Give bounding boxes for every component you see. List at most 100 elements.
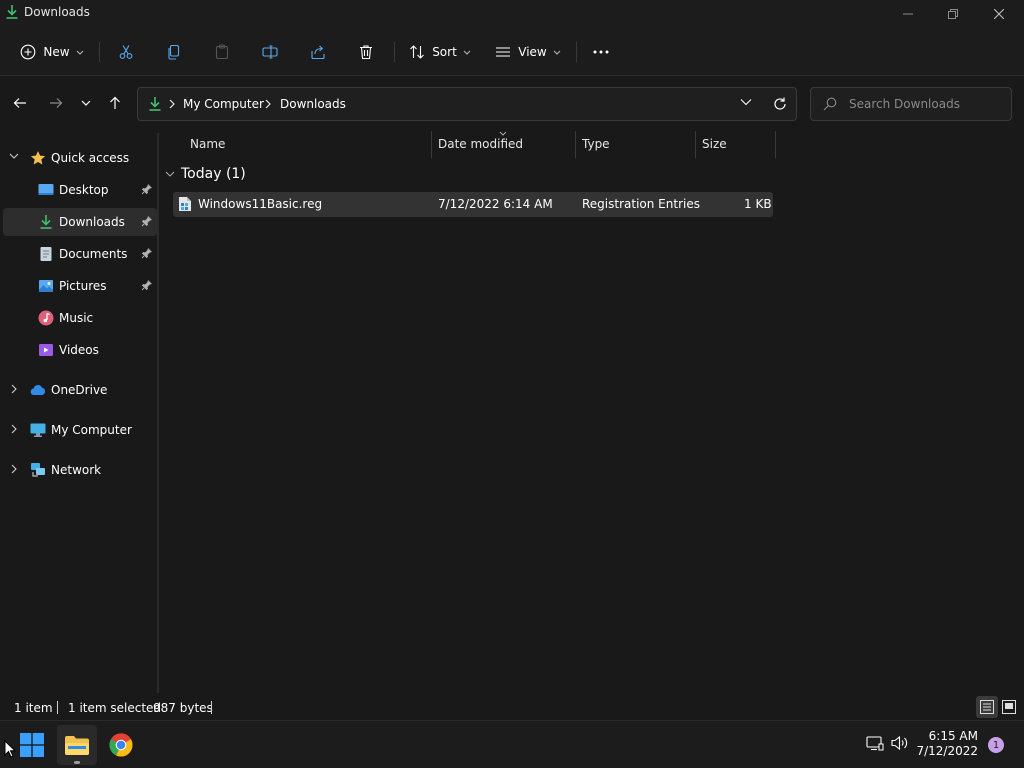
sidebar-item-pictures[interactable]: Pictures bbox=[3, 272, 157, 300]
file-size: 1 KB bbox=[744, 197, 772, 211]
sidebar-item-documents[interactable]: Documents bbox=[3, 240, 157, 268]
column-header-type[interactable]: Type bbox=[582, 137, 610, 151]
pin-icon bbox=[141, 247, 153, 259]
file-type: Registration Entries bbox=[582, 197, 700, 211]
pane-divider[interactable] bbox=[157, 133, 159, 693]
sidebar-item-desktop[interactable]: Desktop bbox=[3, 176, 157, 204]
search-input[interactable] bbox=[849, 94, 1005, 114]
start-button[interactable] bbox=[12, 725, 52, 765]
view-label: View bbox=[518, 45, 547, 59]
sidebar-item-network[interactable]: Network bbox=[3, 456, 157, 484]
sort-button[interactable]: Sort bbox=[404, 36, 476, 68]
chevron-down-icon bbox=[76, 50, 84, 55]
restore-button[interactable] bbox=[930, 0, 976, 28]
computer-icon bbox=[30, 422, 46, 438]
windows-start-icon bbox=[20, 733, 44, 757]
column-divider[interactable] bbox=[695, 131, 696, 158]
minimize-button[interactable] bbox=[885, 0, 931, 28]
group-header-today[interactable]: Today (1) bbox=[165, 166, 465, 186]
sidebar-item-label: Documents bbox=[59, 247, 128, 261]
column-divider[interactable] bbox=[431, 131, 432, 158]
new-button[interactable]: New bbox=[14, 36, 90, 68]
close-button[interactable] bbox=[976, 0, 1022, 28]
chevron-down-icon bbox=[81, 100, 91, 106]
desktop-icon bbox=[38, 182, 54, 198]
paste-icon bbox=[214, 44, 230, 60]
minimize-icon bbox=[903, 9, 913, 19]
up-button[interactable] bbox=[101, 89, 129, 117]
chevron-down-icon bbox=[463, 50, 471, 55]
sidebar-item-quick-access[interactable]: Quick access bbox=[3, 144, 157, 172]
arrow-left-icon bbox=[13, 97, 27, 109]
copy-icon bbox=[166, 44, 182, 60]
close-icon bbox=[994, 9, 1004, 19]
details-view-button[interactable] bbox=[976, 696, 998, 718]
cut-button[interactable] bbox=[110, 36, 142, 68]
rename-button[interactable] bbox=[254, 36, 286, 68]
chevron-right-icon bbox=[169, 99, 175, 109]
breadcrumb-downloads[interactable]: Downloads bbox=[280, 97, 346, 111]
address-bar[interactable]: My Computer Downloads bbox=[137, 87, 797, 121]
sidebar-item-videos[interactable]: Videos bbox=[3, 336, 157, 364]
cut-icon bbox=[118, 44, 134, 60]
chevron-right-icon[interactable] bbox=[11, 424, 17, 434]
file-explorer-taskbar-button[interactable] bbox=[57, 725, 97, 765]
sidebar-item-my-computer[interactable]: My Computer bbox=[3, 416, 157, 444]
chevron-down-icon[interactable] bbox=[165, 171, 175, 177]
sidebar-item-music[interactable]: Music bbox=[3, 304, 157, 332]
table-row[interactable]: Windows11Basic.reg 7/12/2022 6:14 AM Reg… bbox=[173, 192, 773, 217]
column-header-size[interactable]: Size bbox=[702, 137, 727, 151]
view-icon bbox=[495, 44, 511, 60]
item-count: 1 item bbox=[14, 701, 53, 715]
sort-label: Sort bbox=[432, 45, 457, 59]
sidebar-item-downloads[interactable]: Downloads bbox=[3, 208, 157, 236]
sidebar-item-label: Videos bbox=[59, 343, 99, 357]
rename-icon bbox=[262, 44, 278, 60]
delete-button[interactable] bbox=[350, 36, 382, 68]
column-header-date-modified[interactable]: Date modified bbox=[438, 137, 523, 151]
forward-button[interactable] bbox=[42, 89, 70, 117]
chrome-taskbar-button[interactable] bbox=[101, 725, 141, 765]
status-separator bbox=[211, 701, 212, 714]
sort-icon bbox=[409, 44, 425, 60]
chevron-down-icon bbox=[553, 50, 561, 55]
pin-icon bbox=[141, 215, 153, 227]
share-button[interactable] bbox=[302, 36, 334, 68]
chevron-right-icon[interactable] bbox=[11, 384, 17, 394]
address-dropdown-icon[interactable] bbox=[740, 98, 752, 106]
mouse-cursor-icon bbox=[4, 740, 16, 758]
search-box[interactable] bbox=[810, 87, 1012, 121]
new-label: New bbox=[43, 45, 70, 59]
chevron-right-icon bbox=[265, 99, 271, 109]
music-icon bbox=[38, 310, 54, 326]
notification-badge[interactable]: 1 bbox=[988, 737, 1004, 753]
paste-button[interactable] bbox=[206, 36, 238, 68]
column-divider[interactable] bbox=[775, 131, 776, 158]
chevron-right-icon[interactable] bbox=[11, 464, 17, 474]
download-arrow-icon bbox=[38, 214, 54, 230]
column-header-name[interactable]: Name bbox=[190, 137, 225, 151]
network-status-icon[interactable] bbox=[866, 735, 884, 751]
copy-button[interactable] bbox=[158, 36, 190, 68]
selection-count: 1 item selected bbox=[68, 701, 162, 715]
large-icons-view-button[interactable] bbox=[998, 696, 1020, 718]
recent-locations-button[interactable] bbox=[72, 89, 100, 117]
breadcrumb-my-computer[interactable]: My Computer bbox=[183, 97, 264, 111]
group-label: Today (1) bbox=[181, 166, 246, 182]
pin-icon bbox=[141, 279, 153, 291]
toolbar-separator bbox=[99, 42, 100, 62]
back-button[interactable] bbox=[6, 89, 34, 117]
status-bar: 1 item 1 item selected 987 bytes bbox=[0, 695, 1024, 720]
more-options-button[interactable] bbox=[585, 36, 617, 68]
sidebar-item-label: Downloads bbox=[59, 215, 125, 229]
volume-icon[interactable] bbox=[891, 735, 909, 751]
large-icons-view-icon bbox=[1002, 700, 1016, 714]
sidebar-item-label: Desktop bbox=[59, 183, 109, 197]
chevron-down-icon[interactable] bbox=[9, 153, 19, 159]
sidebar-item-onedrive[interactable]: OneDrive bbox=[3, 376, 157, 404]
refresh-icon[interactable] bbox=[772, 96, 788, 112]
system-clock[interactable]: 6:15 AM 7/12/2022 bbox=[910, 729, 978, 759]
column-divider[interactable] bbox=[575, 131, 576, 158]
title-bar: Downloads bbox=[0, 0, 1024, 28]
view-button[interactable]: View bbox=[490, 36, 566, 68]
